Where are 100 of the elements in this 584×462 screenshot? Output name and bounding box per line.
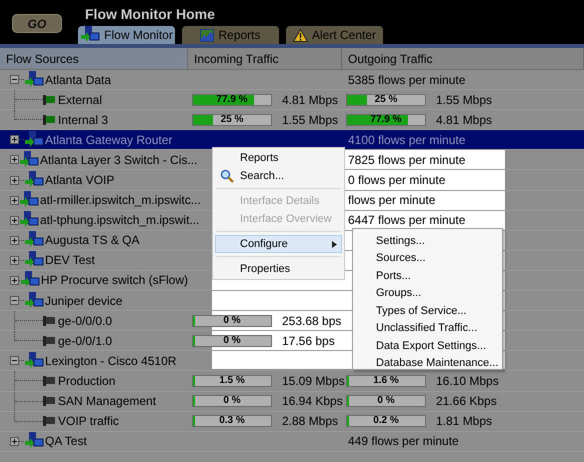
menu-item[interactable]: Properties bbox=[215, 260, 342, 278]
source-name: Juniper device bbox=[45, 292, 122, 310]
collapse-icon[interactable] bbox=[10, 356, 19, 366]
traffic-rate: 16.94 Kbps bbox=[282, 393, 343, 410]
interface-icon bbox=[43, 415, 55, 428]
interface-icon bbox=[43, 314, 55, 327]
collapse-icon[interactable] bbox=[10, 296, 19, 306]
usage-percent: 77.9 % bbox=[369, 114, 403, 125]
source-name: Atlanta VOIP bbox=[45, 172, 114, 190]
expand-icon[interactable] bbox=[10, 236, 19, 245]
source-name: atl-tphung.ipswitch_m.ipswit... bbox=[40, 212, 200, 230]
server-icon bbox=[80, 26, 100, 44]
source-name: Atlanta Layer 3 Switch - Cis... bbox=[40, 152, 198, 169]
collapse-icon[interactable] bbox=[10, 75, 19, 84]
usage-percent: 0 % bbox=[222, 396, 242, 406]
usage-percent: 1.5 % bbox=[218, 376, 246, 386]
interface-name: Production bbox=[58, 372, 116, 390]
menu-item[interactable]: Configure bbox=[215, 235, 342, 253]
interface-name: SAN Management bbox=[58, 393, 156, 410]
menu-item[interactable]: Groups... bbox=[353, 284, 502, 302]
expand-icon[interactable] bbox=[10, 135, 19, 144]
flow-rate: 5385 flows per minute bbox=[347, 72, 466, 89]
flow-rate: 4100 flows per minute bbox=[347, 132, 466, 149]
source-name: QA Test bbox=[45, 433, 87, 450]
traffic-rate: 1.81 Mbps bbox=[436, 413, 492, 430]
server-icon bbox=[24, 231, 44, 250]
column-header[interactable]: Flow Sources bbox=[0, 48, 188, 69]
column-header[interactable]: Incoming Traffic bbox=[188, 48, 342, 69]
interface-icon bbox=[43, 395, 55, 408]
tab[interactable]: Flow Monitor bbox=[78, 26, 175, 44]
window-title: Flow Monitor Home bbox=[85, 5, 215, 24]
usage-percent: 0 % bbox=[376, 396, 396, 406]
menu-item[interactable]: Database Maintenance... bbox=[353, 354, 502, 372]
usage-percent: 1.6 % bbox=[372, 376, 400, 386]
column-header[interactable]: Outgoing Traffic bbox=[342, 48, 584, 69]
expand-icon[interactable] bbox=[10, 216, 19, 225]
usage-percent: 25 % bbox=[220, 114, 244, 125]
traffic-rate: 1.55 Mbps bbox=[436, 92, 492, 109]
usage-percent: 77.9 % bbox=[215, 94, 249, 105]
menu-item[interactable]: Settings... bbox=[353, 232, 502, 250]
usage-percent: 0 % bbox=[222, 316, 242, 326]
interface-name: VOIP traffic bbox=[58, 413, 119, 430]
expand-icon[interactable] bbox=[10, 276, 19, 285]
menu-item[interactable]: Search... bbox=[215, 167, 342, 185]
expand-icon[interactable] bbox=[10, 256, 19, 265]
flow-rate: 0 flows per minute bbox=[347, 172, 446, 190]
chart-icon bbox=[200, 28, 214, 42]
server-icon bbox=[24, 251, 44, 270]
usage-percent: 0 % bbox=[222, 336, 242, 346]
server-icon bbox=[19, 211, 39, 230]
usage-percent: 25 % bbox=[374, 94, 398, 105]
server-icon bbox=[24, 432, 44, 450]
source-name: DEV Test bbox=[45, 252, 95, 270]
source-name: HP Procurve switch (sFlow) bbox=[40, 272, 188, 290]
menu-item[interactable]: Sources... bbox=[353, 250, 502, 267]
flow-rate: 6447 flows per minute bbox=[347, 212, 466, 230]
expand-icon[interactable] bbox=[10, 155, 19, 164]
server-icon bbox=[24, 171, 44, 190]
interface-icon bbox=[43, 94, 55, 106]
flow-rate: 449 flows per minute bbox=[347, 433, 459, 450]
interface-icon bbox=[43, 334, 55, 347]
source-name: Atlanta Data bbox=[45, 72, 112, 89]
menu-item[interactable]: Data Export Settings... bbox=[353, 337, 502, 354]
source-row[interactable]: QA Test 449 flows per minute bbox=[0, 432, 584, 452]
menu-item[interactable]: Reports bbox=[215, 149, 342, 167]
server-icon bbox=[19, 191, 39, 210]
server-icon bbox=[24, 130, 44, 149]
source-name: Lexington - Cisco 4510R bbox=[45, 352, 176, 370]
search-icon bbox=[220, 169, 234, 183]
traffic-rate: 253.68 bps bbox=[282, 312, 342, 330]
traffic-rate: 4.81 Mbps bbox=[282, 92, 338, 109]
traffic-rate: 17.56 bps bbox=[282, 332, 335, 350]
warning-icon bbox=[292, 28, 308, 42]
server-icon bbox=[24, 352, 44, 370]
interface-icon bbox=[43, 374, 55, 387]
usage-percent: 0.3 % bbox=[218, 416, 246, 426]
menu-item[interactable]: Ports... bbox=[353, 267, 502, 284]
server-icon bbox=[24, 70, 44, 89]
source-row[interactable]: Atlanta Gateway Router 4100 flows per minute bbox=[0, 130, 584, 150]
usage-percent: 0.2 % bbox=[372, 416, 400, 426]
traffic-rate: 16.10 Mbps bbox=[436, 372, 499, 390]
traffic-rate: 15.09 Mbps bbox=[282, 372, 345, 390]
traffic-rate: 21.66 Kbps bbox=[436, 393, 497, 410]
expand-icon[interactable] bbox=[10, 196, 19, 205]
source-name: atl-rmiller.ipswitch_m.ipswitc... bbox=[40, 192, 201, 210]
expand-icon[interactable] bbox=[10, 436, 19, 446]
source-row[interactable]: Atlanta Data 5385 flows per minute bbox=[0, 70, 584, 90]
server-icon bbox=[19, 150, 39, 169]
source-name: Augusta TS & QA bbox=[45, 232, 140, 250]
interface-name: External bbox=[58, 92, 102, 109]
interface-icon bbox=[43, 114, 55, 126]
menu-item[interactable]: Unclassified Traffic... bbox=[353, 320, 502, 337]
expand-icon[interactable] bbox=[10, 176, 19, 185]
flow-rate: 7825 flows per minute bbox=[347, 152, 466, 169]
traffic-rate: 2.88 Mbps bbox=[282, 413, 338, 430]
menu-item[interactable]: Types of Service... bbox=[353, 302, 502, 320]
traffic-rate: 4.81 Mbps bbox=[436, 112, 492, 129]
traffic-rate: 1.55 Mbps bbox=[282, 112, 338, 129]
interface-name: Internal 3 bbox=[58, 112, 108, 129]
source-name: Atlanta Gateway Router bbox=[45, 132, 172, 149]
